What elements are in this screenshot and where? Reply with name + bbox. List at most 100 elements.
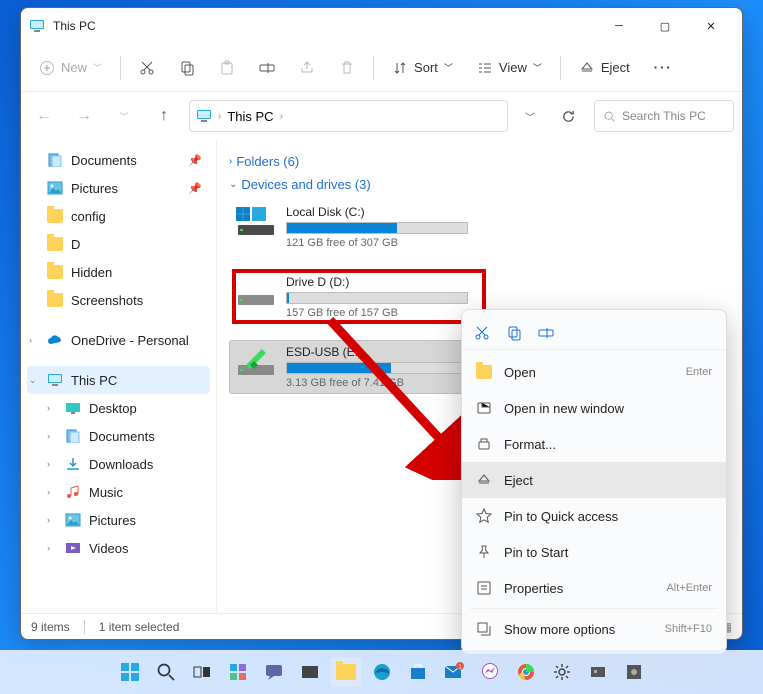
rename-button[interactable]	[249, 51, 285, 85]
desktop-icon	[65, 402, 81, 414]
sidebar-item-screenshots[interactable]: Screenshots	[21, 286, 216, 314]
copy-icon[interactable]	[506, 325, 522, 341]
separator	[470, 608, 718, 609]
edge-button[interactable]	[367, 657, 397, 687]
chevron-right-icon[interactable]: ›	[47, 431, 50, 441]
sidebar-item-desktop[interactable]: ›Desktop	[21, 394, 216, 422]
folders-section-header[interactable]: ›Folders (6)	[229, 154, 730, 169]
store-button[interactable]	[403, 657, 433, 687]
scissors-icon[interactable]	[474, 325, 490, 341]
ctx-properties[interactable]: PropertiesAlt+Enter	[462, 570, 726, 606]
chevron-right-icon[interactable]: ›	[47, 459, 50, 469]
share-icon	[299, 60, 315, 76]
tb-app-3[interactable]	[619, 657, 649, 687]
sidebar-item-onedrive[interactable]: ›OneDrive - Personal	[21, 326, 216, 354]
widgets-icon	[228, 662, 248, 682]
close-button[interactable]: ✕	[688, 11, 734, 41]
mail-button[interactable]: 1	[439, 657, 469, 687]
chevron-down-icon: ﹀	[93, 61, 102, 74]
drive-d[interactable]: Drive D (D:) 157 GB free of 157 GB	[229, 270, 473, 324]
sidebar-item-videos[interactable]: ›Videos	[21, 534, 216, 562]
gear-icon	[552, 662, 572, 682]
sidebar-item-d[interactable]: D	[21, 230, 216, 258]
ctx-open-new-window[interactable]: Open in new window	[462, 390, 726, 426]
ctx-open[interactable]: OpenEnter	[462, 354, 726, 390]
messenger-button[interactable]	[475, 657, 505, 687]
drives-section-header[interactable]: ⌄Devices and drives (3)	[229, 177, 730, 192]
sidebar-item-pictures[interactable]: Pictures📌	[21, 174, 216, 202]
chevron-right-icon[interactable]: ›	[47, 487, 50, 497]
chrome-button[interactable]	[511, 657, 541, 687]
chevron-right-icon[interactable]: ›	[47, 403, 50, 413]
forward-button[interactable]: →	[69, 101, 99, 131]
sidebar-item-config[interactable]: config	[21, 202, 216, 230]
sidebar-item-downloads[interactable]: ›Downloads	[21, 450, 216, 478]
pictures-icon	[47, 181, 63, 195]
drive-local-c[interactable]: Local Disk (C:) 121 GB free of 307 GB	[229, 200, 473, 254]
start-button[interactable]	[115, 657, 145, 687]
chevron-right-icon[interactable]: ›	[29, 335, 32, 345]
share-button[interactable]	[289, 51, 325, 85]
tb-app-2[interactable]	[583, 657, 613, 687]
sidebar-item-documents[interactable]: Documents📌	[21, 146, 216, 174]
ctx-pin-start[interactable]: Pin to Start	[462, 534, 726, 570]
search-box[interactable]: Search This PC	[594, 100, 734, 132]
titlebar: This PC ─ ▢ ✕	[21, 8, 742, 44]
search-button[interactable]	[151, 657, 181, 687]
pin-icon: 📌	[188, 182, 202, 195]
drive-free: 157 GB free of 157 GB	[286, 307, 468, 319]
eject-button[interactable]: Eject	[569, 51, 640, 85]
app-icon	[300, 662, 320, 682]
ctx-eject[interactable]: Eject	[462, 462, 726, 498]
back-button[interactable]: ←	[29, 101, 59, 131]
minimize-button[interactable]: ─	[596, 11, 642, 41]
rename-icon[interactable]	[538, 325, 554, 341]
new-button[interactable]: New ﹀	[29, 51, 112, 85]
ctx-pin-quick-access[interactable]: Pin to Quick access	[462, 498, 726, 534]
format-icon	[476, 436, 492, 452]
scissors-icon	[139, 60, 155, 76]
this-pc-icon	[29, 18, 45, 34]
copy-button[interactable]	[169, 51, 205, 85]
widgets-button[interactable]	[223, 657, 253, 687]
trash-icon	[339, 60, 355, 76]
maximize-button[interactable]: ▢	[642, 11, 688, 41]
drive-esd-usb[interactable]: ESD-USB (E:) 3.13 GB free of 7.41 GB	[229, 340, 473, 394]
address-dropdown[interactable]: ﹀	[518, 100, 542, 132]
capacity-bar	[286, 362, 468, 374]
task-view-button[interactable]	[187, 657, 217, 687]
ctx-show-more[interactable]: Show more optionsShift+F10	[462, 611, 726, 647]
chevron-right-icon[interactable]: ›	[47, 543, 50, 553]
recent-button[interactable]: ﹀	[109, 101, 139, 131]
edge-icon	[372, 662, 392, 682]
view-button[interactable]: View﹀	[467, 51, 552, 85]
explorer-button[interactable]	[331, 657, 361, 687]
this-pc-icon	[196, 108, 212, 124]
chevron-right-icon[interactable]: ›	[47, 515, 50, 525]
ctx-format[interactable]: Format...	[462, 426, 726, 462]
folder-icon	[47, 209, 63, 223]
more-button[interactable]: ···	[644, 51, 683, 85]
cut-button[interactable]	[129, 51, 165, 85]
chat-button[interactable]	[259, 657, 289, 687]
delete-button[interactable]	[329, 51, 365, 85]
refresh-button[interactable]	[552, 100, 584, 132]
address-bar[interactable]: › This PC ›	[189, 100, 508, 132]
capacity-bar	[286, 292, 468, 304]
up-button[interactable]: ↑	[149, 101, 179, 131]
sort-button[interactable]: Sort﹀	[382, 51, 463, 85]
folder-icon	[476, 365, 492, 379]
pictures-icon	[65, 513, 81, 527]
breadcrumb[interactable]: This PC	[227, 109, 273, 124]
sidebar-item-this-pc[interactable]: ⌄This PC	[27, 366, 210, 394]
chevron-down-icon[interactable]: ⌄	[29, 375, 37, 386]
tb-app[interactable]	[295, 657, 325, 687]
sidebar-item-music[interactable]: ›Music	[21, 478, 216, 506]
paste-button[interactable]	[209, 51, 245, 85]
sidebar-item-pictures-tp[interactable]: ›Pictures	[21, 506, 216, 534]
nav-pane: Documents📌 Pictures📌 config D Hidden Scr…	[21, 140, 217, 613]
settings-button[interactable]	[547, 657, 577, 687]
messenger-icon	[480, 662, 500, 682]
sidebar-item-hidden[interactable]: Hidden	[21, 258, 216, 286]
sidebar-item-documents-tp[interactable]: ›Documents	[21, 422, 216, 450]
